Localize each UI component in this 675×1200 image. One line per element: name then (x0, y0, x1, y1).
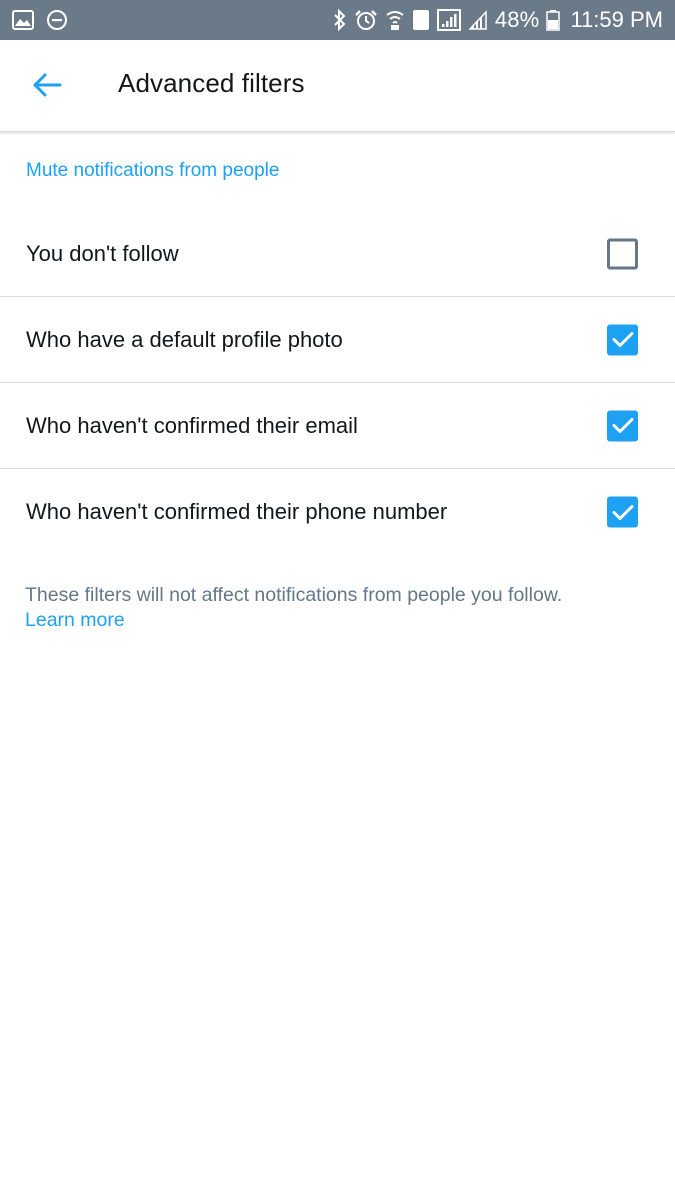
filter-label: You don't follow (26, 240, 179, 266)
battery-percent: 48% (494, 7, 540, 32)
sim-icon (412, 9, 430, 31)
do-not-disturb-icon (46, 9, 68, 31)
filter-list: You don't follow Who have a default prof… (0, 211, 675, 555)
gallery-icon (12, 10, 34, 30)
checkbox-checked[interactable] (607, 496, 638, 528)
learn-more-link[interactable]: Learn more (25, 608, 125, 633)
arrow-left-icon (32, 72, 62, 103)
filter-row-dont-follow[interactable]: You don't follow (0, 211, 675, 297)
filter-label: Who haven't confirmed their email (26, 412, 358, 438)
app-header: Advanced filters (0, 40, 675, 132)
status-bar: 48% 11:59 PM (0, 0, 675, 40)
checkbox-checked[interactable] (607, 324, 638, 355)
checkmark-icon (612, 504, 633, 520)
checkmark-icon (612, 418, 633, 433)
status-left (12, 9, 80, 31)
signal-icon (468, 9, 488, 31)
page-title: Advanced filters (118, 68, 305, 98)
signal-icon (436, 9, 461, 31)
checkbox-checked[interactable] (607, 410, 638, 441)
filter-row-unconfirmed-phone[interactable]: Who haven't confirmed their phone number (0, 469, 675, 555)
wifi-icon (385, 9, 405, 31)
back-button[interactable] (22, 62, 72, 112)
status-time: 11:59 PM (570, 7, 663, 32)
alarm-icon (354, 9, 378, 31)
bluetooth-icon (333, 9, 347, 31)
footnote-text: These filters will not affect notificati… (25, 584, 563, 606)
checkmark-icon (612, 332, 633, 347)
section-header: Mute notifications from people (26, 160, 280, 181)
filter-row-unconfirmed-email[interactable]: Who haven't confirmed their email (0, 383, 675, 469)
filter-label: Who haven't confirmed their phone number (26, 499, 448, 524)
footnote: These filters will not affect notificati… (25, 583, 645, 633)
status-right: 48% 11:59 PM (326, 7, 663, 33)
filter-row-default-photo[interactable]: Who have a default profile photo (0, 297, 675, 383)
checkbox-unchecked[interactable] (607, 238, 638, 269)
battery-icon (546, 9, 561, 31)
filter-label: Who have a default profile photo (26, 326, 343, 352)
